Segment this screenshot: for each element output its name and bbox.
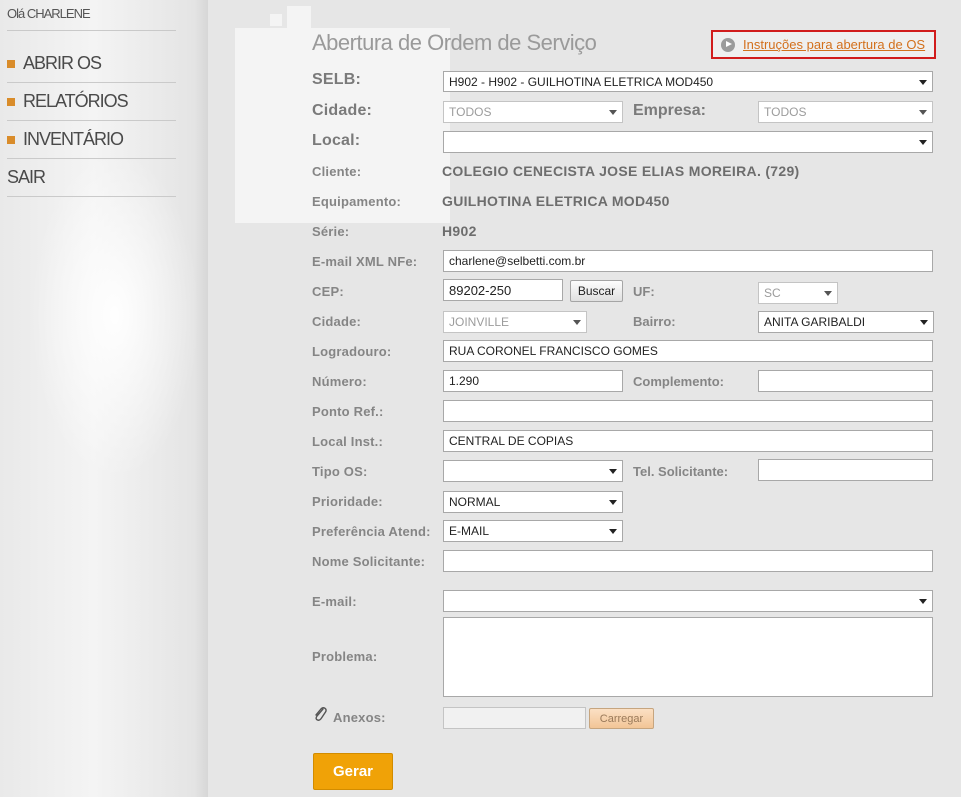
gerar-button[interactable]: Gerar (313, 753, 393, 790)
chevron-down-icon (609, 469, 617, 474)
cliente-label: Cliente: (312, 164, 362, 179)
tipo-os-select[interactable] (443, 460, 623, 482)
empresa-label: Empresa: (633, 102, 706, 119)
problema-label: Problema: (312, 649, 378, 664)
email-xml-input[interactable]: charlene@selbetti.com.br (443, 250, 933, 272)
local-inst-label: Local Inst.: (312, 434, 384, 449)
equipamento-value: GUILHOTINA ELETRICA MOD450 (442, 193, 670, 209)
main-content: Abertura de Ordem de Serviço Instruções … (0, 0, 961, 797)
empresa-select[interactable]: TODOS (758, 101, 933, 123)
anexos-label: Anexos: (333, 710, 386, 725)
tel-solicitante-input[interactable] (758, 459, 933, 481)
logradouro-value: RUA CORONEL FRANCISCO GOMES (449, 344, 658, 358)
uf-label: UF: (633, 284, 655, 299)
tipo-os-label: Tipo OS: (312, 464, 368, 479)
local-inst-input[interactable]: CENTRAL DE COPIAS (443, 430, 933, 452)
chevron-down-icon (919, 110, 927, 115)
complemento-label: Complemento: (633, 374, 724, 389)
uf-select[interactable]: SC (758, 282, 838, 304)
local-inst-value: CENTRAL DE COPIAS (449, 434, 574, 448)
prioridade-label: Prioridade: (312, 494, 383, 509)
tel-solicitante-label: Tel. Solicitante: (633, 464, 729, 479)
selb-select[interactable]: H902 - H902 - GUILHOTINA ELETRICA MOD450 (443, 71, 933, 92)
cidade-filter-value: TODOS (449, 105, 492, 119)
buscar-button[interactable]: Buscar (570, 280, 623, 302)
cidade-label: Cidade: (312, 314, 362, 329)
serie-label: Série: (312, 224, 350, 239)
bairro-label: Bairro: (633, 314, 676, 329)
selb-value: H902 - H902 - GUILHOTINA ELETRICA MOD450 (449, 74, 714, 89)
logradouro-input[interactable]: RUA CORONEL FRANCISCO GOMES (443, 340, 933, 362)
carregar-button[interactable]: Carregar (589, 708, 654, 729)
email-label: E-mail: (312, 594, 357, 609)
serie-value: H902 (442, 223, 477, 239)
nome-solicitante-input[interactable] (443, 550, 933, 572)
selb-label: SELB: (312, 71, 361, 88)
chevron-down-icon (919, 80, 927, 85)
chevron-down-icon (609, 110, 617, 115)
cidade-select[interactable]: JOINVILLE (443, 311, 587, 333)
numero-value: 1.290 (449, 374, 480, 388)
complemento-input[interactable] (758, 370, 933, 392)
cliente-value: COLEGIO CENECISTA JOSE ELIAS MOREIRA. (7… (442, 163, 800, 179)
anexos-file-input[interactable] (443, 707, 586, 729)
chevron-down-icon (609, 529, 617, 534)
cidade-filter-select[interactable]: TODOS (443, 101, 623, 123)
email-select[interactable] (443, 590, 933, 612)
prioridade-select[interactable]: NORMAL (443, 491, 623, 513)
cep-input[interactable]: 89202-250 (443, 279, 563, 301)
chevron-down-icon (609, 500, 617, 505)
chevron-down-icon (919, 599, 927, 604)
nome-solicitante-label: Nome Solicitante: (312, 554, 426, 569)
cep-label: CEP: (312, 284, 344, 299)
preferencia-select[interactable]: E-MAIL (443, 520, 623, 542)
ponto-ref-label: Ponto Ref.: (312, 404, 384, 419)
chevron-down-icon (824, 291, 832, 296)
problema-textarea[interactable] (443, 617, 933, 697)
bairro-value: ANITA GARIBALDI (764, 315, 866, 329)
instructions-box[interactable]: Instruções para abertura de OS (711, 30, 936, 59)
logradouro-label: Logradouro: (312, 344, 392, 359)
numero-label: Número: (312, 374, 367, 389)
preferencia-label: Preferência Atend: (312, 524, 431, 539)
play-icon (721, 37, 735, 52)
email-xml-value: charlene@selbetti.com.br (449, 254, 586, 268)
instructions-link[interactable]: Instruções para abertura de OS (743, 37, 925, 52)
cidade-filter-label: Cidade: (312, 102, 373, 119)
paperclip-icon (315, 707, 327, 721)
local-select[interactable] (443, 131, 933, 153)
cep-value: 89202-250 (449, 282, 512, 298)
preferencia-value: E-MAIL (449, 524, 490, 538)
bairro-select[interactable]: ANITA GARIBALDI (758, 311, 934, 333)
prioridade-value: NORMAL (449, 495, 501, 509)
cidade-value: JOINVILLE (449, 315, 510, 329)
local-label: Local: (312, 132, 361, 149)
ponto-ref-input[interactable] (443, 400, 933, 422)
page-title: Abertura de Ordem de Serviço (312, 30, 597, 55)
chevron-down-icon (920, 320, 928, 325)
empresa-value: TODOS (764, 105, 807, 119)
chevron-down-icon (573, 320, 581, 325)
chevron-down-icon (919, 140, 927, 145)
numero-input[interactable]: 1.290 (443, 370, 623, 392)
equipamento-label: Equipamento: (312, 194, 402, 209)
email-xml-label: E-mail XML NFe: (312, 254, 418, 269)
uf-value: SC (764, 286, 781, 300)
